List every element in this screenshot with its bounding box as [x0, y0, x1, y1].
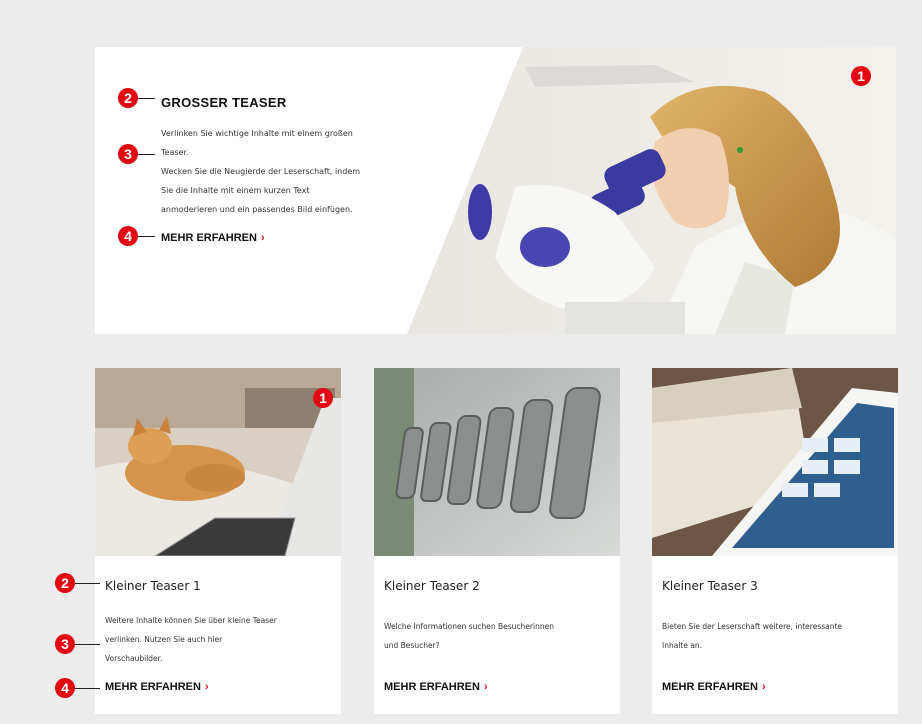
big-teaser-description: Verlinken Sie wichtige Inhalte mit einem…	[161, 124, 406, 219]
description-line: anmoderieren und ein passendes Bild einf…	[161, 205, 353, 214]
big-teaser-title: GROSSER TEASER	[161, 95, 287, 110]
more-link-label: MEHR ERFAHREN	[161, 232, 257, 244]
card-1-image	[95, 368, 341, 556]
chevron-right-icon: ›	[260, 232, 265, 244]
description-line: Bieten Sie der Leserschaft weitere, inte…	[662, 622, 843, 631]
annotation-leader	[75, 583, 100, 584]
annotation-marker-text: 3	[55, 634, 75, 654]
annotation-leader	[138, 98, 155, 99]
description-line: Sie die Inhalte mit einem kurzen Text	[161, 186, 310, 195]
annotation-leader	[138, 154, 155, 155]
annotation-marker-title: 2	[118, 88, 138, 108]
description-line: Inhalte an.	[662, 641, 703, 650]
more-link-label: MEHR ERFAHREN	[105, 681, 201, 693]
card-more-link[interactable]: MEHR ERFAHREN ›	[662, 681, 766, 693]
annotation-leader	[75, 688, 100, 689]
description-line: und Besucher?	[384, 641, 440, 650]
big-teaser-more-link[interactable]: MEHR ERFAHREN ›	[161, 232, 265, 244]
description-line: Vorschaubilder.	[105, 654, 163, 663]
small-teaser-card-2[interactable]: Kleiner Teaser 2 Welche Informationen su…	[374, 368, 620, 714]
description-line: verlinken. Nutzen Sie auch hier	[105, 635, 223, 644]
description-line: Welche Informationen suchen Besucherinne…	[384, 622, 554, 631]
annotation-marker-title: 2	[55, 573, 75, 593]
card-more-link[interactable]: MEHR ERFAHREN ›	[105, 681, 209, 693]
chevron-right-icon: ›	[761, 681, 766, 693]
annotation-marker-text: 3	[118, 144, 138, 164]
card-description: Welche Informationen suchen Besucherinne…	[384, 617, 616, 655]
chevron-right-icon: ›	[204, 681, 209, 693]
card-title: Kleiner Teaser 1	[105, 579, 201, 593]
description-line: Teaser.	[161, 148, 189, 157]
card-more-link[interactable]: MEHR ERFAHREN ›	[384, 681, 488, 693]
annotation-marker-link: 4	[55, 678, 75, 698]
card-description: Bieten Sie der Leserschaft weitere, inte…	[662, 617, 894, 655]
annotation-marker-image: 1	[313, 388, 333, 408]
description-line: Verlinken Sie wichtige Inhalte mit einem…	[161, 129, 353, 138]
more-link-label: MEHR ERFAHREN	[384, 681, 480, 693]
card-description: Weitere Inhalte können Sie über kleine T…	[105, 611, 337, 668]
big-teaser[interactable]: GROSSER TEASER Verlinken Sie wichtige In…	[95, 47, 896, 334]
more-link-label: MEHR ERFAHREN	[662, 681, 758, 693]
annotation-leader	[75, 644, 100, 645]
description-line: Weitere Inhalte können Sie über kleine T…	[105, 616, 277, 625]
annotation-marker-link: 4	[118, 226, 138, 246]
card-title: Kleiner Teaser 3	[662, 579, 758, 593]
chevron-right-icon: ›	[483, 681, 488, 693]
card-3-image	[652, 368, 898, 556]
big-teaser-content: GROSSER TEASER Verlinken Sie wichtige In…	[95, 47, 415, 334]
small-teaser-card-3[interactable]: Kleiner Teaser 3 Bieten Sie der Lesersch…	[652, 368, 898, 714]
annotation-leader	[138, 236, 155, 237]
description-line: Wecken Sie die Neugierde der Leserschaft…	[161, 167, 361, 176]
card-title: Kleiner Teaser 2	[384, 579, 480, 593]
card-2-image	[374, 368, 620, 556]
small-teaser-card-1[interactable]: Kleiner Teaser 1 Weitere Inhalte können …	[95, 368, 341, 714]
annotation-marker-image: 1	[851, 66, 871, 86]
